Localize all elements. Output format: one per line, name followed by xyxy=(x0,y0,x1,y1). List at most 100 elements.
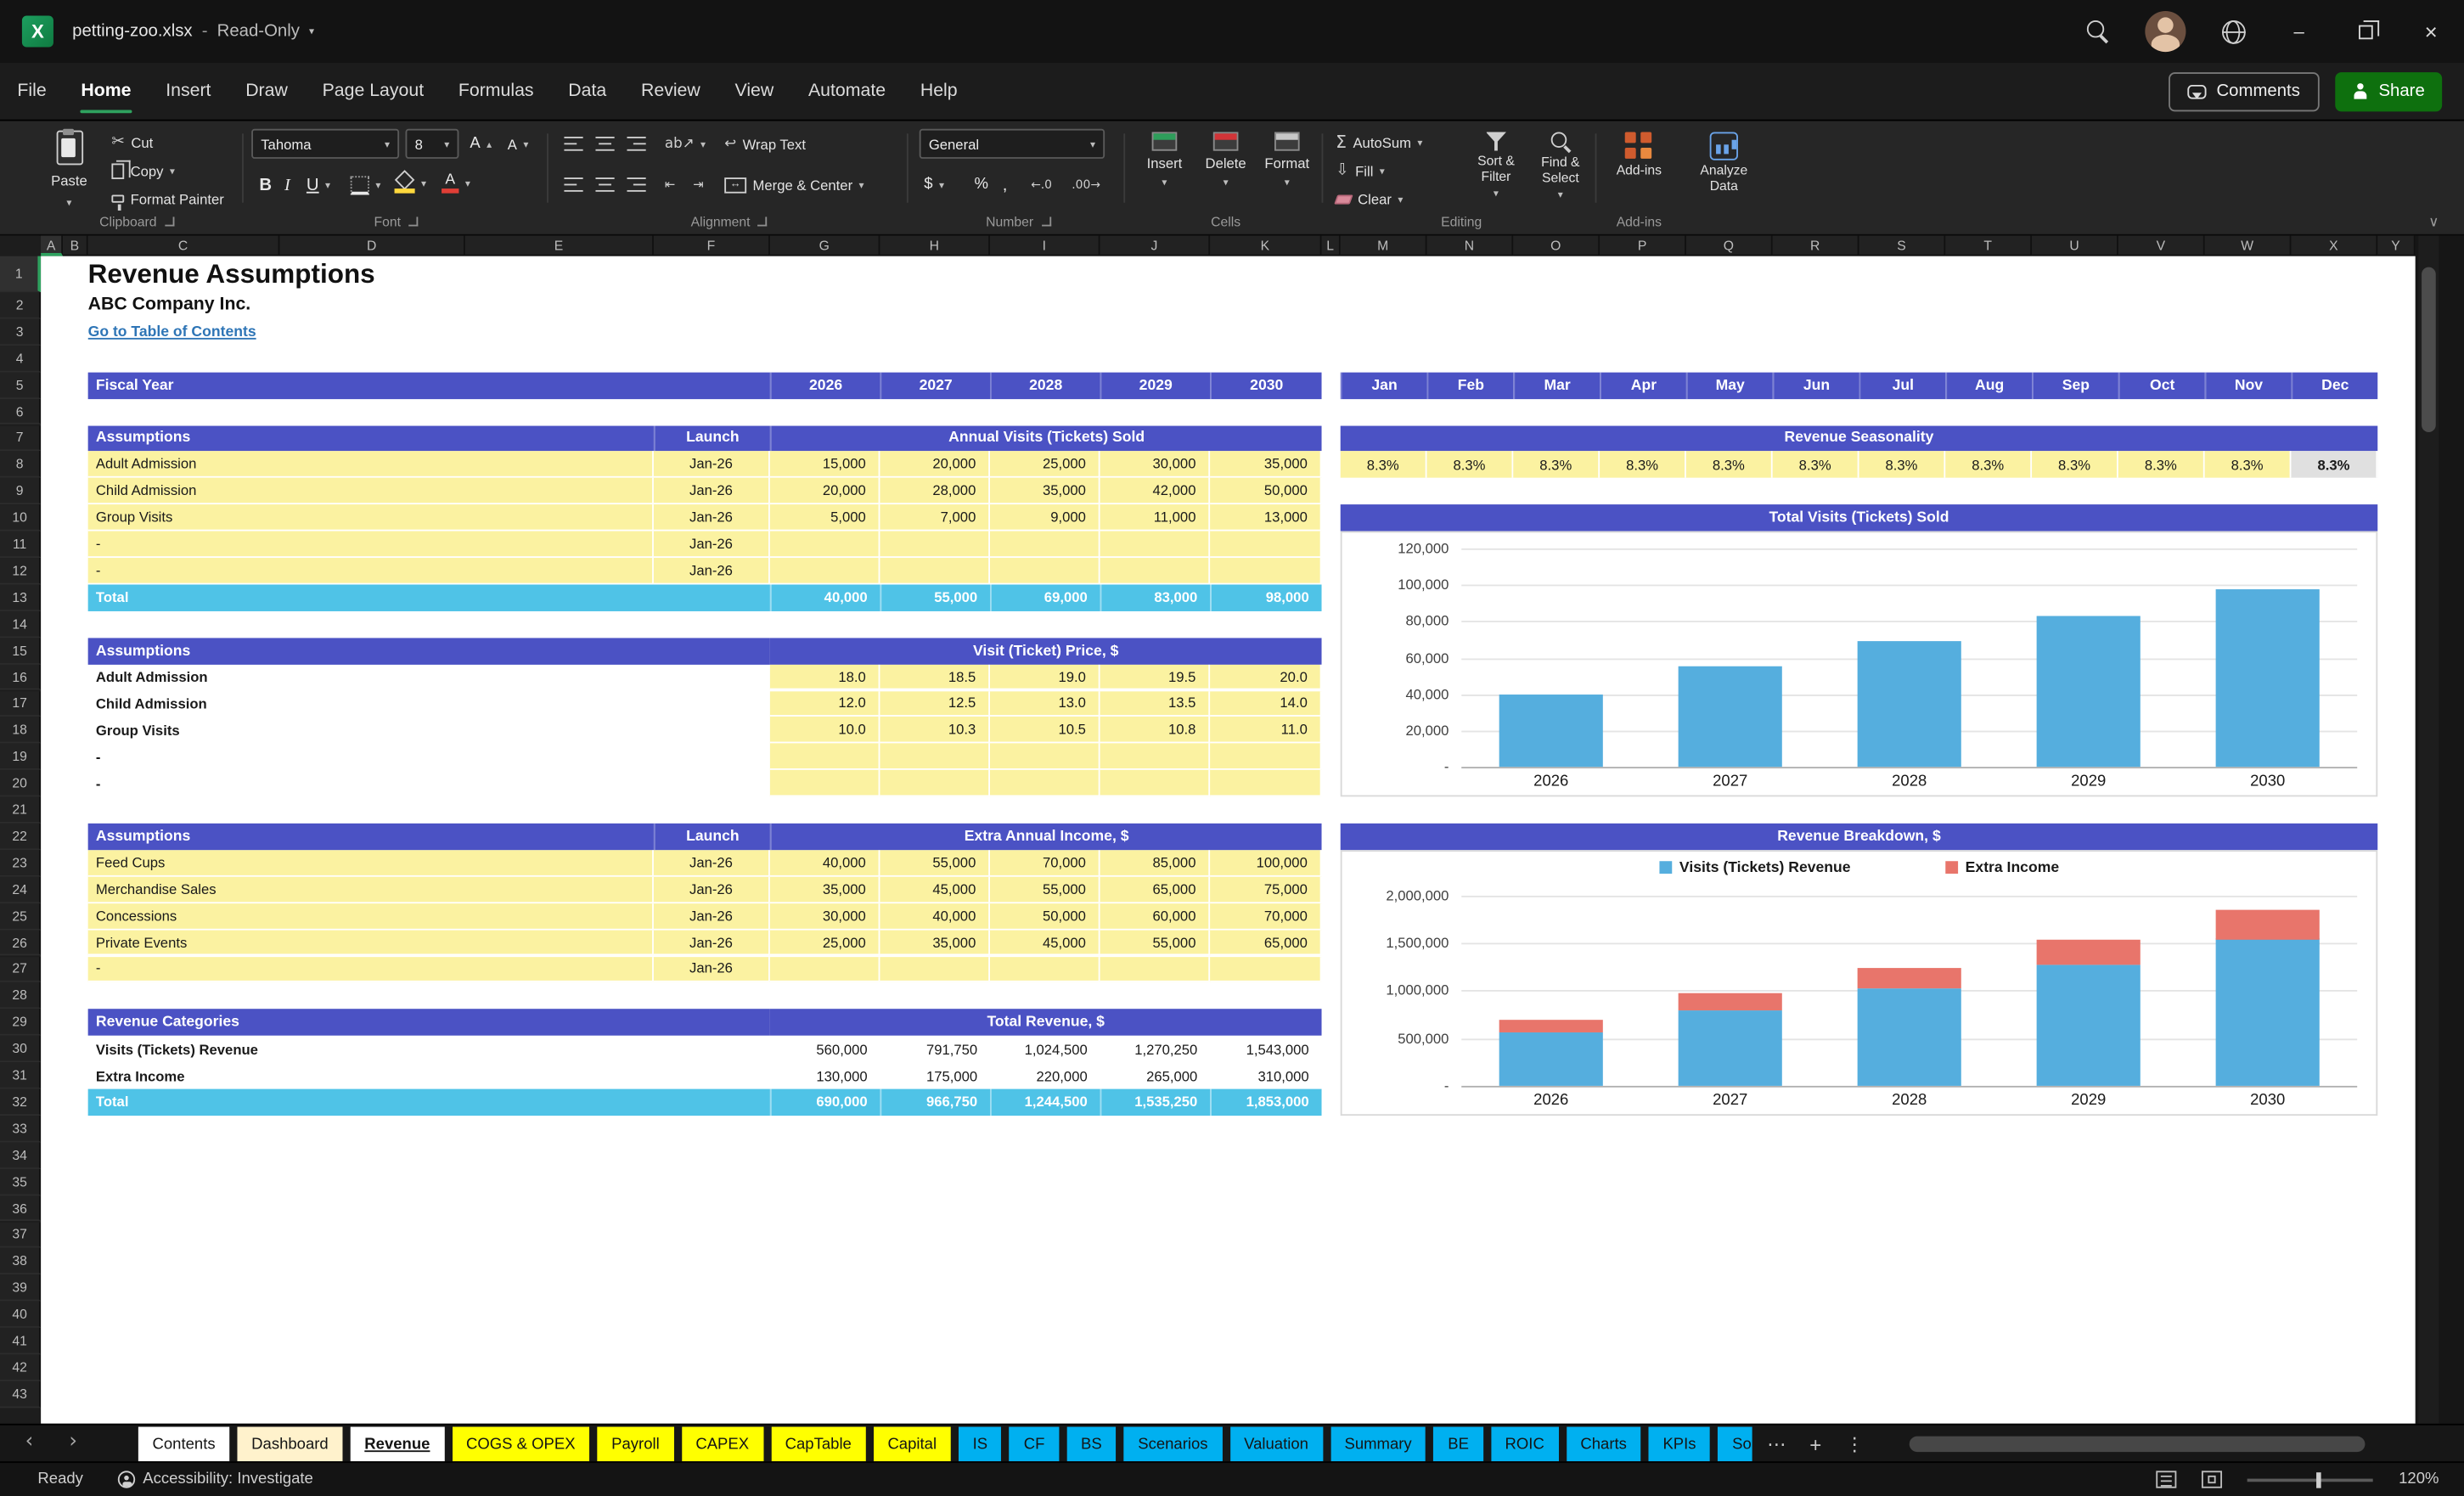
share-button[interactable]: Share xyxy=(2335,71,2443,110)
row-header-11[interactable]: 11 xyxy=(0,531,41,558)
menu-data[interactable]: Data xyxy=(551,63,624,120)
column-header-C[interactable]: C xyxy=(88,236,280,256)
sheet-tab-roic[interactable]: ROIC xyxy=(1491,1427,1559,1462)
column-header-Y[interactable]: Y xyxy=(2377,236,2415,256)
row-header-42[interactable]: 42 xyxy=(0,1354,41,1381)
sheet-tab-scenarios[interactable]: Scenarios xyxy=(1124,1427,1223,1462)
column-header-K[interactable]: K xyxy=(1210,236,1321,256)
row-header-17[interactable]: 17 xyxy=(0,690,41,717)
fill-button[interactable]: ⇩Fill▾ xyxy=(1331,157,1457,183)
sheet-tab-so[interactable]: So xyxy=(1718,1427,1751,1462)
row-header-1[interactable]: 1 xyxy=(0,256,41,293)
row-header-3[interactable]: 3 xyxy=(0,319,41,346)
page-layout-view-button[interactable] xyxy=(2202,1471,2223,1488)
sheet-tab-capital[interactable]: Capital xyxy=(874,1427,951,1462)
dialog-launcher-icon[interactable] xyxy=(408,217,418,226)
vertical-scrollbar-thumb[interactable] xyxy=(2422,267,2436,432)
prev-sheet-button[interactable]: ‹ xyxy=(25,1431,34,1454)
menu-help[interactable]: Help xyxy=(903,63,975,120)
accounting-format-button[interactable]: $▾ xyxy=(920,172,949,198)
fill-color-button[interactable]: ▾ xyxy=(390,170,431,196)
row-header-33[interactable]: 33 xyxy=(0,1116,41,1142)
sheet-tab-captable[interactable]: CapTable xyxy=(771,1427,866,1462)
horizontal-scrollbar-thumb[interactable] xyxy=(1910,1437,2366,1453)
align-center-button[interactable] xyxy=(591,172,619,198)
column-header-M[interactable]: M xyxy=(1341,236,1427,256)
menu-file[interactable]: File xyxy=(0,63,64,120)
analyze-data-button[interactable]: Analyze Data xyxy=(1683,127,1764,212)
column-header-G[interactable]: G xyxy=(770,236,880,256)
row-header-6[interactable]: 6 xyxy=(0,398,41,425)
search-button[interactable] xyxy=(2065,0,2131,63)
underline-button[interactable]: U▾ xyxy=(301,172,335,198)
close-button[interactable]: × xyxy=(2398,0,2464,63)
dialog-launcher-icon[interactable] xyxy=(1041,217,1050,226)
row-header-35[interactable]: 35 xyxy=(0,1168,41,1195)
italic-button[interactable]: I xyxy=(279,172,295,198)
more-sheets-button[interactable]: ⋯ xyxy=(1759,1433,1794,1455)
copy-button[interactable]: Copy▾ xyxy=(107,157,180,183)
dialog-launcher-icon[interactable] xyxy=(758,217,768,226)
column-header-J[interactable]: J xyxy=(1100,236,1211,256)
format-painter-button[interactable]: Format Painter xyxy=(107,185,228,211)
sheet-tab-payroll[interactable]: Payroll xyxy=(598,1427,674,1462)
find-select-button[interactable]: Find & Select▾ xyxy=(1529,127,1592,212)
align-middle-button[interactable] xyxy=(591,131,619,157)
orientation-button[interactable]: ab↗▾ xyxy=(660,131,710,157)
column-header-O[interactable]: O xyxy=(1513,236,1600,256)
shrink-font-button[interactable]: A▾ xyxy=(503,131,533,157)
align-left-button[interactable] xyxy=(560,172,588,198)
column-header-W[interactable]: W xyxy=(2205,236,2292,256)
collapse-ribbon-button[interactable]: ∨ xyxy=(2428,216,2439,232)
column-header-L[interactable]: L xyxy=(1322,236,1341,256)
column-header-P[interactable]: P xyxy=(1600,236,1686,256)
align-top-button[interactable] xyxy=(560,131,588,157)
font-color-button[interactable]: A▾ xyxy=(437,170,475,196)
align-bottom-button[interactable] xyxy=(622,131,650,157)
wrap-text-button[interactable]: ↩Wrap Text xyxy=(720,131,811,157)
sheet-canvas[interactable] xyxy=(41,256,2416,1424)
sheet-tab-charts[interactable]: Charts xyxy=(1567,1427,1641,1462)
column-header-R[interactable]: R xyxy=(1773,236,1859,256)
sort-filter-button[interactable]: Sort & Filter▾ xyxy=(1463,127,1529,212)
row-header-15[interactable]: 15 xyxy=(0,638,41,664)
increase-decimal-button[interactable]: ←.0 xyxy=(1027,172,1057,198)
column-header-F[interactable]: F xyxy=(654,236,770,256)
sheet-tab-summary[interactable]: Summary xyxy=(1330,1427,1426,1462)
title-dropdown-icon[interactable]: ▾ xyxy=(309,25,314,38)
row-header-13[interactable]: 13 xyxy=(0,584,41,610)
autosum-button[interactable]: ΣAutoSum▾ xyxy=(1331,129,1457,155)
row-header-26[interactable]: 26 xyxy=(0,930,41,956)
row-header-34[interactable]: 34 xyxy=(0,1142,41,1168)
column-header-N[interactable]: N xyxy=(1427,236,1514,256)
align-right-button[interactable] xyxy=(622,172,650,198)
column-header-A[interactable]: A xyxy=(41,236,63,256)
column-header-Q[interactable]: Q xyxy=(1686,236,1773,256)
row-header-39[interactable]: 39 xyxy=(0,1275,41,1302)
bold-button[interactable]: B xyxy=(255,172,277,198)
borders-button[interactable]: ▾ xyxy=(346,172,385,198)
row-header-14[interactable]: 14 xyxy=(0,611,41,638)
row-header-27[interactable]: 27 xyxy=(0,956,41,982)
sheet-tab-be[interactable]: BE xyxy=(1434,1427,1483,1462)
row-header-43[interactable]: 43 xyxy=(0,1381,41,1408)
column-header-V[interactable]: V xyxy=(2118,236,2205,256)
row-header-41[interactable]: 41 xyxy=(0,1328,41,1354)
row-header-20[interactable]: 20 xyxy=(0,770,41,796)
menu-page-layout[interactable]: Page Layout xyxy=(305,63,441,120)
accessibility-status[interactable]: Accessibility: Investigate xyxy=(118,1471,313,1488)
row-header-23[interactable]: 23 xyxy=(0,850,41,876)
sheet-tab-bs[interactable]: BS xyxy=(1066,1427,1116,1462)
row-header-21[interactable]: 21 xyxy=(0,797,41,824)
row-header-37[interactable]: 37 xyxy=(0,1222,41,1248)
menu-insert[interactable]: Insert xyxy=(149,63,228,120)
column-header-I[interactable]: I xyxy=(990,236,1100,256)
grow-font-button[interactable]: A▴ xyxy=(465,131,497,157)
column-header-B[interactable]: B xyxy=(63,236,88,256)
row-header-7[interactable]: 7 xyxy=(0,425,41,452)
merge-center-button[interactable]: ↔Merge & Center▾ xyxy=(720,172,869,198)
sheet-tab-valuation[interactable]: Valuation xyxy=(1229,1427,1322,1462)
row-header-38[interactable]: 38 xyxy=(0,1248,41,1274)
row-header-5[interactable]: 5 xyxy=(0,372,41,398)
zoom-level[interactable]: 120% xyxy=(2399,1471,2439,1488)
